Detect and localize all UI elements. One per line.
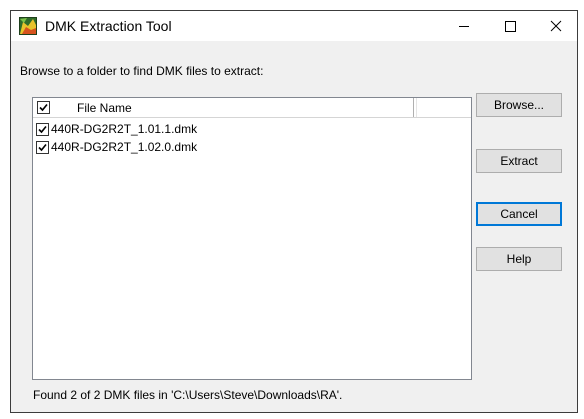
window-title: DMK Extraction Tool: [45, 18, 172, 34]
select-all-checkbox[interactable]: [37, 101, 50, 114]
file-name: 440R-DG2R2T_1.02.0.dmk: [51, 140, 198, 154]
file-list[interactable]: File Name 440R-DG2R2T_1.01.1.dmk 440R-DG…: [32, 97, 472, 380]
minimize-button[interactable]: [441, 11, 487, 41]
column-header-file-name[interactable]: File Name: [77, 101, 132, 115]
title-bar[interactable]: DMK Extraction Tool: [11, 11, 577, 41]
list-header: File Name: [33, 98, 471, 118]
check-icon: [39, 103, 48, 112]
file-name: 440R-DG2R2T_1.01.1.dmk: [51, 122, 198, 136]
status-text: Found 2 of 2 DMK files in 'C:\Users\Stev…: [33, 388, 343, 402]
list-item[interactable]: 440R-DG2R2T_1.02.0.dmk: [33, 138, 471, 156]
column-divider-highlight: [416, 98, 417, 117]
extract-button[interactable]: Extract: [476, 149, 562, 173]
list-item[interactable]: 440R-DG2R2T_1.01.1.dmk: [33, 120, 471, 138]
row-checkbox[interactable]: [36, 123, 49, 136]
browse-button[interactable]: Browse...: [476, 93, 562, 117]
row-checkbox[interactable]: [36, 141, 49, 154]
help-button[interactable]: Help: [476, 247, 562, 271]
check-icon: [38, 125, 47, 134]
close-button[interactable]: [533, 11, 577, 41]
close-icon: [550, 20, 562, 32]
check-icon: [38, 143, 47, 152]
column-divider[interactable]: [413, 98, 414, 117]
maximize-icon: [505, 21, 516, 32]
instruction-label: Browse to a folder to find DMK files to …: [20, 64, 264, 78]
app-icon: [19, 17, 37, 35]
maximize-button[interactable]: [487, 11, 533, 41]
minimize-icon: [459, 26, 469, 27]
dmk-extraction-window: DMK Extraction Tool Browse to a folder t…: [10, 10, 578, 413]
cancel-button[interactable]: Cancel: [476, 202, 562, 226]
